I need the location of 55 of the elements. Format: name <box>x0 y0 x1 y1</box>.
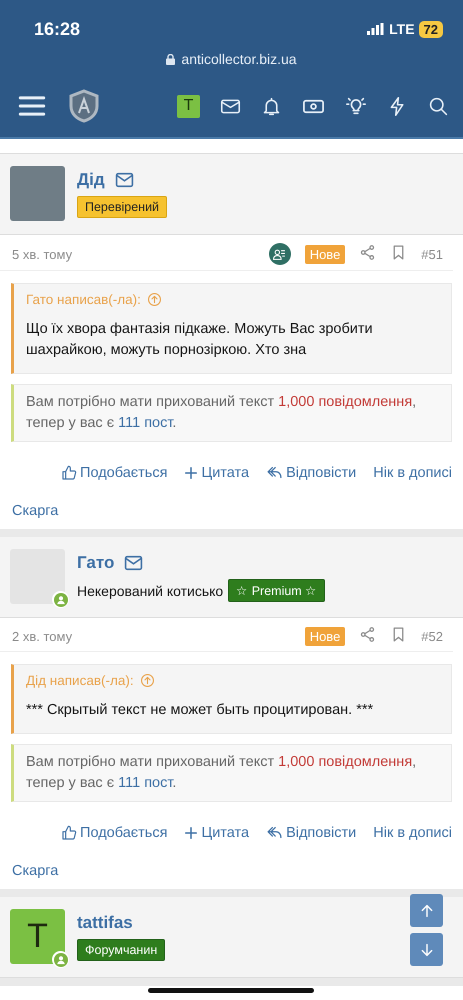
author-name[interactable]: Дід <box>77 170 105 190</box>
shield-logo-icon[interactable] <box>68 89 100 123</box>
post-action-link[interactable]: Відповісти <box>266 464 356 481</box>
arrow-up-icon <box>418 902 434 918</box>
post-action-link[interactable]: Відповісти <box>266 824 356 841</box>
author-name[interactable]: Гато <box>77 553 114 573</box>
plus-icon <box>184 466 198 480</box>
plus-icon <box>184 826 198 840</box>
user-avatar[interactable]: T <box>177 94 200 118</box>
post-action-link[interactable]: Цитата <box>184 464 250 481</box>
signal-icon <box>367 23 384 35</box>
thumbs-up-icon <box>61 464 78 480</box>
lock-icon <box>166 54 176 64</box>
reply-icon <box>266 464 284 481</box>
envelope-icon[interactable] <box>114 172 134 188</box>
page-url[interactable]: anticollector.biz.ua <box>181 51 297 67</box>
reply-icon <box>266 824 284 841</box>
group-icon[interactable] <box>268 243 291 265</box>
thumbs-up-icon <box>61 824 78 840</box>
arrow-up-circle-icon <box>140 673 155 688</box>
quote-text: Що їх хвора фантазія підкаже. Можуть Вас зробити шахрайкою, можуть порнозіркою. Хто зна <box>26 320 374 360</box>
report-link[interactable]: Скарга <box>12 863 58 879</box>
user-title: Некерований котисько <box>77 582 224 598</box>
post-time[interactable]: 2 хв. тому <box>12 628 291 644</box>
post-number[interactable]: #52 <box>421 628 443 644</box>
scroll-down-button[interactable] <box>410 933 443 966</box>
battery-level: 72 <box>418 20 443 38</box>
bell-icon <box>261 96 282 116</box>
share-icon <box>359 244 376 261</box>
post-action-link[interactable]: Нік в дописі <box>373 464 452 481</box>
quote-text: *** Скрытый текст не может быть процитирован. *** <box>26 701 374 720</box>
scroll-up-button[interactable] <box>410 894 443 927</box>
lightbulb-icon <box>345 95 367 117</box>
user-rank-badge: Форумчанин <box>77 939 166 961</box>
hidden-content-notice: Вам потрібно мати прихований текст 1,000 повідомлення, тепер у вас є 111 пост. <box>11 744 452 802</box>
network-type: LTE <box>389 21 415 37</box>
new-label: Нове <box>304 626 346 646</box>
share-icon <box>359 626 376 643</box>
envelope-icon[interactable] <box>124 555 144 571</box>
hidden-content-notice: Вам потрібно мати прихований текст 1,000 повідомлення, тепер у вас є 111 пост. <box>11 384 452 442</box>
post-action-link[interactable]: Подобається <box>61 464 168 481</box>
arrow-up-circle-icon <box>146 292 162 307</box>
post-action-link[interactable]: Цитата <box>184 824 250 841</box>
user-rank-badge: ☆ Premium ☆ <box>228 579 326 602</box>
post-time[interactable]: 5 хв. тому <box>12 246 255 262</box>
status-time: 16:28 <box>34 18 82 40</box>
user-rank-badge: Перевірений <box>77 196 168 218</box>
new-label: Нове <box>304 244 346 264</box>
post-action-link[interactable]: Подобається <box>61 824 168 841</box>
report-link[interactable]: Скарга <box>12 503 58 519</box>
author-name[interactable]: tattifas <box>77 913 133 933</box>
post-number[interactable]: #51 <box>421 246 443 262</box>
post-action-link[interactable]: Нік в дописі <box>373 824 452 841</box>
search-icon <box>428 96 449 116</box>
arrow-down-icon <box>418 942 434 958</box>
